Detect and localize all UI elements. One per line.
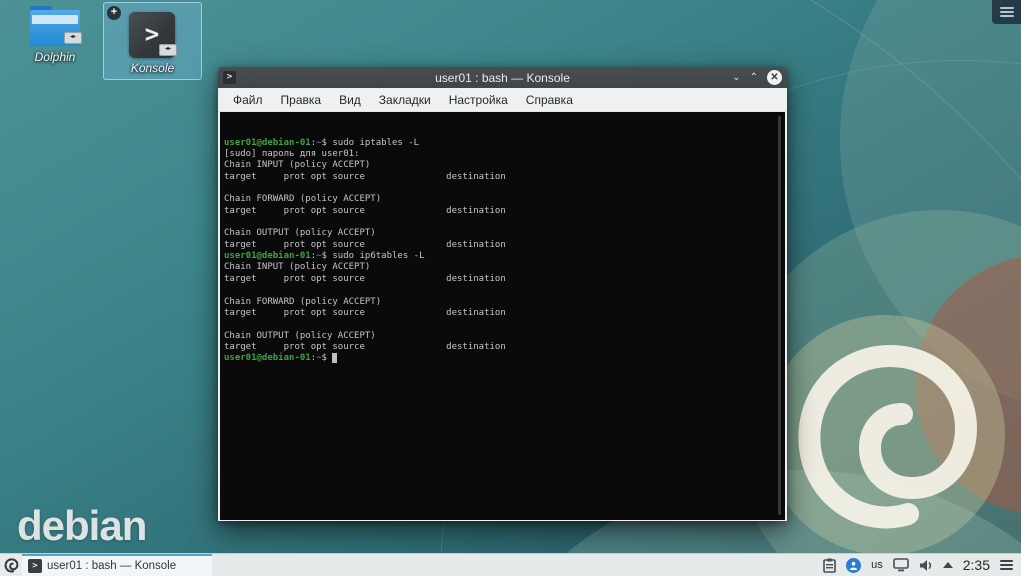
- window-title: user01 : bash — Konsole: [218, 71, 787, 85]
- menu-item-bookmarks[interactable]: Закладки: [370, 93, 440, 107]
- desktop-toolbox-button[interactable]: [992, 0, 1021, 24]
- minimize-button[interactable]: ⌄: [732, 73, 740, 83]
- icon-label-konsole: Konsole: [104, 61, 201, 75]
- maximize-button[interactable]: ⌃: [750, 73, 758, 83]
- debian-swirl-logo: [788, 338, 988, 538]
- debian-launcher-icon: [4, 558, 19, 573]
- task-button-konsole[interactable]: > user01 : bash — Konsole: [22, 554, 212, 576]
- keyboard-layout-indicator[interactable]: us: [871, 559, 883, 571]
- shortcut-emblem-icon: ◂▸: [64, 32, 82, 44]
- volume-icon[interactable]: [919, 559, 933, 572]
- menu-item-view[interactable]: Вид: [330, 93, 370, 107]
- menu-item-settings[interactable]: Настройка: [440, 93, 517, 107]
- terminal-area[interactable]: user01@debian-01:~$ sudo iptables -L[sud…: [220, 112, 785, 520]
- terminal-output: user01@debian-01:~$ sudo iptables -L[sud…: [224, 138, 773, 365]
- taskbar-panel: > user01 : bash — Konsole us 2:35: [0, 553, 1021, 576]
- konsole-window: > user01 : bash — Konsole ⌄ ⌃ ✕ Файл Пра…: [218, 67, 787, 521]
- close-button[interactable]: ✕: [767, 70, 782, 85]
- desktop-icon-dolphin[interactable]: ◂▸ Dolphin: [14, 6, 96, 64]
- clipboard-icon[interactable]: [823, 558, 836, 573]
- debian-logo-text: debian: [17, 502, 146, 550]
- menu-item-help[interactable]: Справка: [517, 93, 582, 107]
- app-launcher-button[interactable]: [0, 554, 22, 576]
- selection-plus-badge[interactable]: +: [107, 6, 121, 20]
- menu-item-edit[interactable]: Правка: [272, 93, 331, 107]
- menu-item-file[interactable]: Файл: [224, 93, 272, 107]
- desktop-wallpaper[interactable]: ◂▸ Dolphin + > ◂▸ Konsole debian > user0…: [0, 0, 1021, 576]
- hamburger-icon: [1000, 5, 1014, 19]
- system-tray: us: [823, 558, 953, 573]
- terminal-scrollbar[interactable]: [778, 116, 781, 515]
- dolphin-folder-icon: ◂▸: [30, 6, 80, 46]
- window-titlebar[interactable]: > user01 : bash — Konsole ⌄ ⌃ ✕: [218, 67, 787, 88]
- konsole-task-icon: >: [28, 559, 42, 573]
- panel-clock[interactable]: 2:35: [963, 557, 990, 573]
- expand-tray-arrow[interactable]: [943, 562, 953, 568]
- network-display-icon[interactable]: [893, 558, 909, 572]
- window-menubar: Файл Правка Вид Закладки Настройка Справ…: [218, 88, 787, 112]
- task-label: user01 : bash — Konsole: [47, 560, 176, 572]
- icon-label-dolphin: Dolphin: [35, 50, 76, 64]
- desktop-icon-konsole[interactable]: + > ◂▸ Konsole: [103, 2, 202, 80]
- konsole-terminal-icon: > ◂▸: [129, 12, 175, 58]
- panel-menu-button[interactable]: [1000, 558, 1013, 572]
- user-info-icon[interactable]: [846, 558, 861, 573]
- shortcut-emblem-icon: ◂▸: [159, 44, 177, 56]
